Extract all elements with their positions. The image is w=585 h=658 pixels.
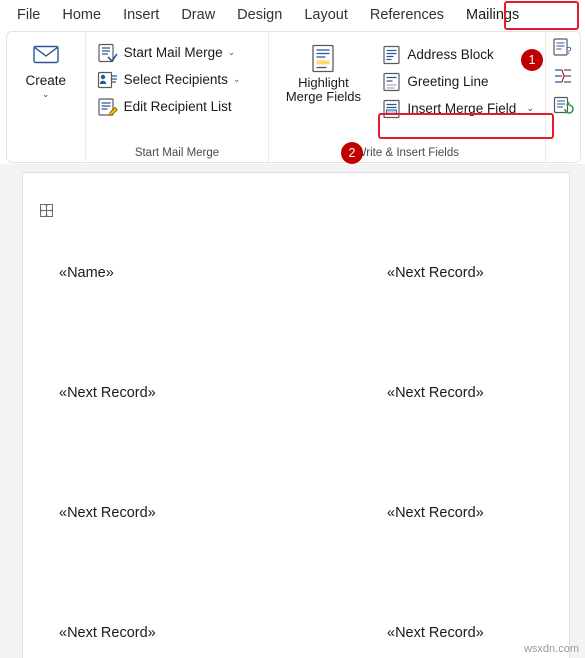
start-mail-merge-label: Start Mail Merge bbox=[123, 45, 223, 60]
address-block-button[interactable]: Address Block bbox=[375, 41, 539, 68]
tab-references[interactable]: References bbox=[359, 2, 455, 30]
edit-recipient-list-label: Edit Recipient List bbox=[123, 99, 232, 114]
address-block-icon bbox=[380, 44, 402, 65]
callout-badge-1: 1 bbox=[521, 49, 543, 71]
highlight-merge-fields-button[interactable]: Highlight Merge Fields bbox=[275, 38, 371, 104]
highlight-merge-fields-label-line2: Merge Fields bbox=[285, 89, 361, 104]
highlight-merge-fields-icon bbox=[306, 44, 340, 76]
mailings-tab-highlight bbox=[504, 1, 579, 30]
start-mail-merge-icon bbox=[97, 42, 119, 63]
select-recipients-button[interactable]: Select Recipients ⌄ bbox=[92, 66, 246, 93]
write-insert-fields-group-label: Write & Insert Fields bbox=[355, 147, 459, 159]
tab-home[interactable]: Home bbox=[51, 2, 112, 30]
merge-field-r3c2[interactable]: «Next Record» bbox=[387, 505, 484, 521]
tab-file[interactable]: File bbox=[6, 2, 51, 30]
edit-recipient-list-button[interactable]: Edit Recipient List bbox=[92, 93, 237, 120]
insert-merge-field-highlight bbox=[378, 113, 554, 139]
edit-recipient-list-icon bbox=[97, 96, 119, 117]
start-mail-merge-group-label: Start Mail Merge bbox=[134, 147, 220, 159]
match-fields-icon[interactable] bbox=[552, 66, 574, 89]
envelope-icon bbox=[33, 44, 59, 67]
ribbon: Create ⌄ Start Mail Merge ⌄ Select Recip… bbox=[0, 30, 585, 164]
chevron-down-icon[interactable]: ⌄ bbox=[233, 74, 241, 85]
merge-field-r2c1[interactable]: «Next Record» bbox=[59, 385, 156, 401]
update-labels-icon[interactable] bbox=[552, 95, 574, 118]
merge-field-r1c2[interactable]: «Next Record» bbox=[387, 265, 484, 281]
ribbon-group-write-insert-fields: Highlight Merge Fields Address Block Gre… bbox=[268, 32, 545, 162]
address-block-label: Address Block bbox=[407, 47, 494, 62]
ribbon-group-start-mail-merge: Start Mail Merge ⌄ Select Recipients ⌄ E… bbox=[84, 32, 269, 162]
merge-field-r2c2[interactable]: «Next Record» bbox=[387, 385, 484, 401]
ribbon-tab-bar: File Home Insert Draw Design Layout Refe… bbox=[0, 0, 585, 30]
greeting-line-label: Greeting Line bbox=[407, 74, 489, 89]
highlight-merge-fields-label-line1: Highlight bbox=[298, 75, 349, 90]
create-button-label: Create bbox=[25, 73, 67, 88]
tab-draw[interactable]: Draw bbox=[170, 2, 226, 30]
rules-icon[interactable]: ? bbox=[552, 37, 574, 60]
watermark-label: wsxdn.com bbox=[523, 643, 579, 655]
tab-layout[interactable]: Layout bbox=[293, 2, 359, 30]
callout-badge-2: 2 bbox=[341, 142, 363, 164]
merge-field-r3c1[interactable]: «Next Record» bbox=[59, 505, 156, 521]
merge-field-r4c2[interactable]: «Next Record» bbox=[387, 625, 484, 641]
ribbon-right-rail: ? bbox=[545, 32, 580, 162]
document-area: «Name» «Next Record» «Next Record» «Next… bbox=[0, 164, 585, 658]
greeting-line-icon bbox=[380, 71, 402, 92]
merge-field-r1c1[interactable]: «Name» bbox=[59, 265, 114, 281]
chevron-down-icon[interactable]: ⌄ bbox=[228, 47, 236, 58]
greeting-line-button[interactable]: Greeting Line bbox=[375, 68, 539, 95]
table-move-handle-icon[interactable] bbox=[39, 203, 54, 218]
tab-insert[interactable]: Insert bbox=[112, 2, 170, 30]
tab-design[interactable]: Design bbox=[226, 2, 293, 30]
merge-field-r4c1[interactable]: «Next Record» bbox=[59, 625, 156, 641]
create-button[interactable]: Create ⌄ bbox=[25, 36, 67, 100]
select-recipients-icon bbox=[97, 69, 119, 90]
svg-text:?: ? bbox=[566, 46, 572, 57]
chevron-down-icon[interactable]: ⌄ bbox=[42, 89, 50, 100]
start-mail-merge-button[interactable]: Start Mail Merge ⌄ bbox=[92, 39, 241, 66]
ribbon-group-create: Create ⌄ bbox=[7, 32, 85, 162]
document-page[interactable]: «Name» «Next Record» «Next Record» «Next… bbox=[22, 172, 570, 658]
select-recipients-label: Select Recipients bbox=[123, 72, 228, 87]
